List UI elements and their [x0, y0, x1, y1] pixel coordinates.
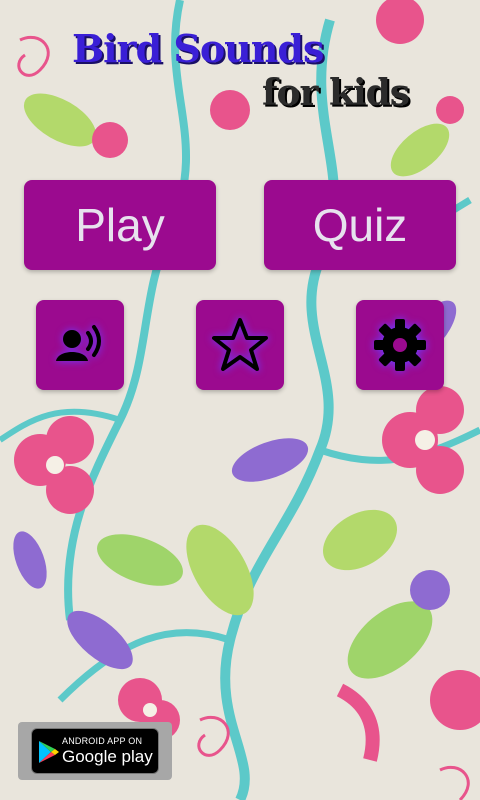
gear-icon — [374, 319, 426, 371]
play-button[interactable]: Play — [24, 180, 216, 270]
google-play-badge[interactable]: ANDROID APP ON Google play — [18, 722, 172, 780]
quiz-button-label: Quiz — [312, 199, 408, 251]
play-button-label: Play — [75, 199, 165, 251]
settings-button[interactable] — [356, 300, 444, 390]
app-title: Bird Sounds — [72, 26, 324, 71]
quiz-button[interactable]: Quiz — [264, 180, 456, 270]
favorites-button[interactable] — [196, 300, 284, 390]
bird-sounds-icon — [56, 325, 101, 361]
badge-caption: ANDROID APP ON — [62, 736, 143, 746]
sounds-button[interactable] — [36, 300, 124, 390]
floral-background — [0, 0, 480, 800]
star-icon — [212, 318, 268, 371]
badge-store-name: Google play — [62, 747, 153, 766]
app-subtitle: for kids — [262, 72, 410, 114]
google-play-badge-inner: ANDROID APP ON Google play — [31, 728, 159, 774]
google-play-logo-icon — [39, 741, 59, 763]
